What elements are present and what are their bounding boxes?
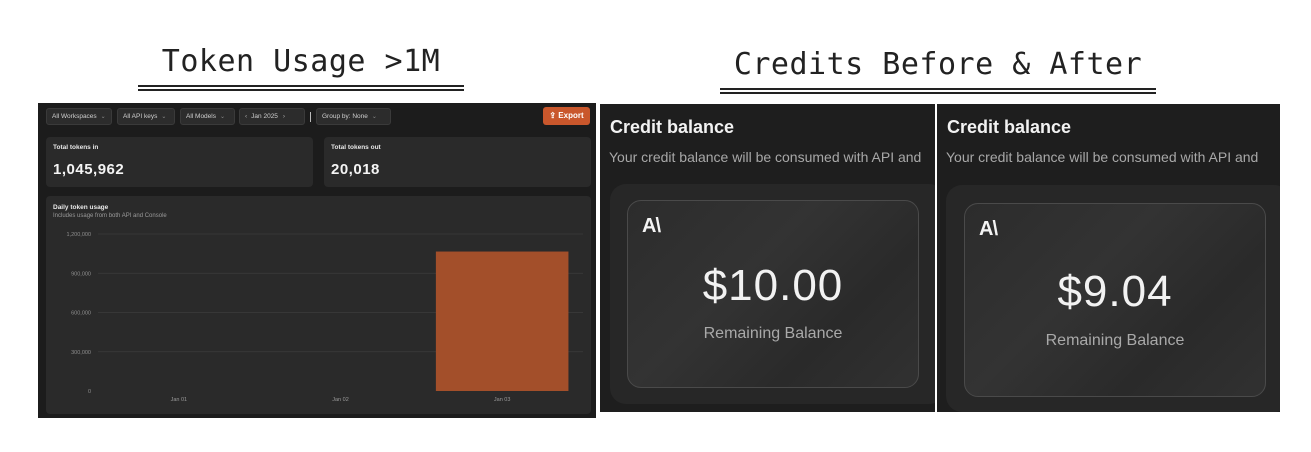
date-label: Jan 2025 [251, 113, 278, 120]
heading-underline [138, 85, 464, 87]
credit-panel-after: Credit balance Your credit balance will … [937, 104, 1280, 412]
upload-icon: ⇪ [549, 111, 557, 120]
tokens-out-label: Total tokens out [331, 144, 381, 151]
api-key-filter-label: All API keys [123, 113, 158, 120]
date-picker[interactable]: ‹ Jan 2025 › [239, 108, 305, 125]
workspace-filter-label: All Workspaces [52, 113, 97, 120]
api-key-filter[interactable]: All API keys ⌄ [117, 108, 175, 125]
workspace-filter[interactable]: All Workspaces ⌄ [46, 108, 112, 125]
daily-usage-chart-card: Daily token usage Includes usage from bo… [46, 196, 591, 414]
usage-bar[interactable] [435, 251, 569, 391]
chevron-left-icon[interactable]: ‹ [245, 113, 247, 120]
balance-card: A\ $10.00 Remaining Balance [627, 200, 919, 388]
tokens-in-card: Total tokens in 1,045,962 [46, 137, 313, 187]
model-filter-label: All Models [186, 113, 216, 120]
credit-balance-description: Your credit balance will be consumed wit… [609, 149, 922, 165]
chevron-right-icon[interactable]: › [283, 113, 285, 120]
toolbar-divider [310, 112, 311, 122]
y-tick-label: 600,000 [71, 311, 91, 317]
credits-heading-text: Credits Before & After [733, 47, 1143, 82]
export-button[interactable]: ⇪ Export [543, 107, 590, 125]
tokens-in-value: 1,045,962 [53, 161, 125, 178]
credits-heading: Credits Before & After [720, 47, 1156, 94]
token-usage-heading-text: Token Usage >1M [161, 44, 441, 79]
y-tick-label: 1,200,000 [67, 232, 91, 238]
y-tick-label: 900,000 [71, 271, 91, 277]
balance-amount: $10.00 [702, 261, 844, 310]
tokens-in-label: Total tokens in [53, 144, 99, 151]
heading-underline [720, 88, 1156, 90]
token-usage-heading: Token Usage >1M [138, 44, 464, 91]
credit-panel-before: Credit balance Your credit balance will … [600, 104, 935, 412]
anthropic-logo-icon: A\ [642, 215, 661, 237]
filter-toolbar: All Workspaces ⌄ All API keys ⌄ All Models… [46, 107, 590, 125]
balance-amount: $9.04 [1057, 267, 1173, 316]
group-by-select[interactable]: Group by: None ⌄ [316, 108, 391, 125]
heading-underline [138, 89, 464, 91]
anthropic-logo-icon: A\ [979, 218, 998, 240]
y-tick-label: 0 [88, 389, 91, 395]
heading-underline [720, 92, 1156, 94]
x-tick-label: Jan 02 [332, 397, 349, 403]
tokens-out-card: Total tokens out 20,018 [324, 137, 591, 187]
x-tick-label: Jan 01 [171, 397, 188, 403]
chevron-down-icon: ⌄ [161, 114, 167, 120]
credit-balance-title: Credit balance [947, 117, 1072, 137]
credit-balance-title: Credit balance [610, 117, 735, 137]
credit-balance-description: Your credit balance will be consumed wit… [946, 149, 1259, 165]
chevron-down-icon: ⌄ [371, 114, 377, 120]
y-tick-label: 300,000 [71, 350, 91, 356]
usage-dashboard: All Workspaces ⌄ All API keys ⌄ All Models… [38, 103, 596, 418]
balance-label: Remaining Balance [703, 325, 843, 342]
daily-usage-chart: 0 300,000 600,000 900,000 1,200,000 Jan 01 Jan… [67, 232, 583, 403]
chevron-down-icon: ⌄ [100, 114, 106, 120]
chevron-down-icon: ⌄ [219, 114, 226, 120]
model-filter[interactable]: All Models ⌄ [180, 108, 235, 125]
tokens-out-value: 20,018 [331, 161, 380, 178]
x-tick-label: Jan 03 [494, 397, 511, 403]
balance-label: Remaining Balance [1045, 332, 1185, 349]
export-label: Export [558, 111, 584, 120]
group-by-label: Group by: None [322, 113, 368, 120]
balance-card: A\ $9.04 Remaining Balance [964, 203, 1266, 397]
